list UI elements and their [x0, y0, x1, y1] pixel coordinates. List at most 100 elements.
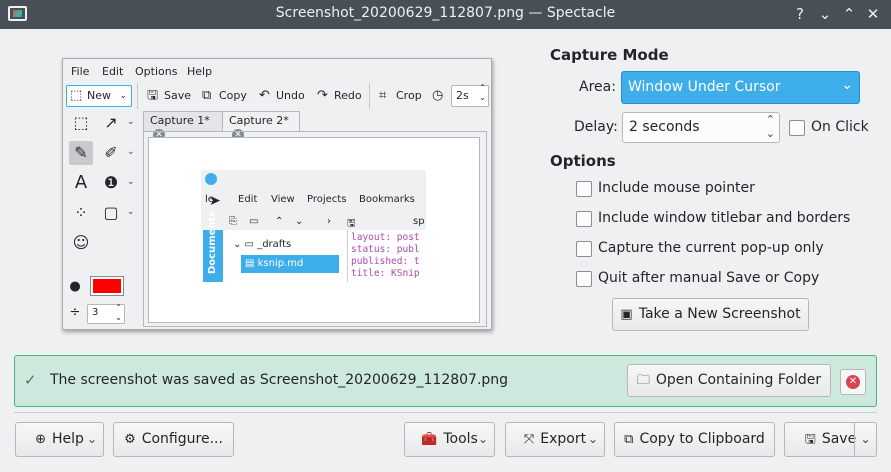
chevron-down-icon: ⌄: [127, 207, 135, 217]
preview-crop-button: ⌗ Crop: [379, 88, 422, 103]
nested-menu-edit: Edit: [238, 194, 258, 205]
configure-icon: ⚙: [124, 432, 136, 447]
preview-menu-help: Help: [187, 65, 213, 78]
area-combobox[interactable]: Window Under Cursor ⌄: [621, 71, 860, 104]
rect-tool-icon: ▢: [103, 203, 119, 222]
chevron-down-icon[interactable]: ⌄: [582, 423, 604, 456]
chevron-down-icon: ⌄: [127, 147, 135, 157]
chevron-down-icon: ⌄: [841, 77, 853, 93]
saved-message-text: The screenshot was saved as Screenshot_2…: [50, 372, 509, 388]
on-click-checkbox[interactable]: [789, 120, 805, 136]
save-icon: 🖫: [804, 432, 816, 447]
app-logo-icon: [205, 173, 217, 185]
fill-drop-icon: ●: [69, 279, 81, 294]
nested-menu-bookmarks: Bookmarks: [359, 194, 415, 205]
spin-arrows-icon[interactable]: ⌃ ⌄: [766, 113, 775, 141]
text-tool-icon: A: [74, 172, 88, 193]
export-button[interactable]: ⤧ Export ⌄: [505, 422, 605, 457]
preview-undo-button: ↶ Undo: [259, 88, 305, 103]
number-tool-icon: ❶: [103, 173, 119, 192]
chevron-down-icon: ⌄: [119, 91, 127, 101]
area-label: Area:: [579, 79, 616, 95]
help-button[interactable]: ⊕ Help ⌄: [15, 422, 104, 457]
down-icon: ⌄: [295, 216, 304, 227]
undo-icon: ↶: [259, 88, 270, 103]
new-capture-icon: ⬚: [70, 88, 83, 103]
screenshot-preview[interactable]: File Edit Options Help ⬚ New ⌄ 🖫 Save ⧉ …: [62, 58, 492, 330]
redo-icon: ↷: [317, 88, 328, 103]
dismiss-message-button[interactable]: ✕: [840, 369, 866, 395]
preview-menu-file: File: [71, 65, 90, 78]
tools-icon: 🧰: [421, 432, 438, 447]
nested-sidebar: Documents: [203, 211, 223, 282]
save-icon: 🖫: [147, 88, 159, 103]
capture-mode-heading: Capture Mode: [550, 46, 669, 64]
preview-copy-button: ⧉ Copy: [202, 88, 247, 103]
include-titlebar-checkbox[interactable]: [576, 211, 592, 227]
capture-popup-label[interactable]: Capture the current pop-up only: [598, 240, 824, 256]
preview-menu-edit: Edit: [102, 65, 124, 78]
preview-tab-capture-2: Capture 2*✕: [222, 111, 300, 141]
pen-width-icon: ÷: [69, 305, 81, 320]
delay-spinbox[interactable]: 2 seconds ⌃ ⌄: [622, 112, 780, 143]
copy-to-clipboard-button[interactable]: ⧉ Copy to Clipboard: [614, 422, 775, 457]
take-new-screenshot-button[interactable]: ▣ Take a New Screenshot: [612, 298, 809, 331]
pen-width-spinbox: 3 ⌃ ⌄: [87, 303, 125, 324]
bottom-divider: [14, 412, 877, 413]
arrow-tool-icon: ↗: [104, 113, 118, 132]
spin-arrows-icon: ⌃ ⌄: [115, 303, 122, 322]
preview-menu-options: Options: [135, 65, 178, 78]
clipboard-icon: ⧉: [624, 432, 634, 447]
blur-tool-icon: ⁘: [74, 203, 88, 222]
on-click-label[interactable]: On Click: [811, 119, 869, 135]
next-icon: ›: [327, 216, 331, 227]
nested-menu-projects: Projects: [307, 194, 347, 205]
crop-icon: ⌗: [379, 88, 387, 103]
sticker-tool-icon: ☺: [72, 233, 90, 252]
export-icon: ⤧: [523, 432, 535, 447]
save-button[interactable]: 🖫 Save ⌄: [784, 422, 877, 457]
captured-window-thumbnail: le Edit View Projects Bookmarks ⎘ ▭ ⌃ ⌄ …: [201, 170, 426, 282]
delay-label: Delay:: [574, 119, 618, 135]
marker-tool-icon: ✐: [104, 143, 118, 162]
chevron-down-icon[interactable]: ⌄: [81, 423, 103, 456]
checkmark-icon: ✓: [24, 371, 37, 389]
saved-file-link[interactable]: Screenshot_20200629_112807.png: [260, 372, 508, 388]
save-options-chevron-icon[interactable]: ⌄: [854, 423, 876, 456]
preview-redo-button: ↷ Redo: [317, 88, 362, 103]
toolbar-separator: [369, 83, 370, 109]
preview-new-button: ⬚ New ⌄: [66, 85, 132, 107]
close-icon: ✕: [846, 375, 860, 389]
tree-item-selected: ▤ ksnip.md: [241, 255, 339, 273]
mouse-cursor-icon: [0, 0, 891, 29]
pen-tool-icon: ✎: [69, 141, 93, 165]
quit-after-save-checkbox[interactable]: [576, 271, 592, 287]
up-icon: ⌃: [275, 216, 284, 227]
captured-cursor-icon: ➤: [209, 193, 221, 209]
options-heading: Options: [550, 152, 616, 170]
open-containing-folder-button[interactable]: 🗀 Open Containing Folder: [627, 364, 831, 397]
nested-toolbar: ⎘ ▭ ⌃ ⌄ › 🖫 sp: [201, 214, 426, 230]
include-titlebar-label[interactable]: Include window titlebar and borders: [598, 210, 850, 226]
include-mouse-pointer-checkbox[interactable]: [576, 181, 592, 197]
tree-item: ⌄ ▭ _drafts: [233, 239, 292, 250]
chevron-down-icon: ⌄: [127, 117, 135, 127]
preview-save-button: 🖫 Save: [147, 88, 192, 103]
chevron-down-icon: ⌄: [127, 177, 135, 187]
tools-button[interactable]: 🧰 Tools ⌄: [404, 422, 495, 457]
quit-after-save-label[interactable]: Quit after manual Save or Copy: [598, 270, 819, 286]
folder-open-icon: 🗀: [636, 373, 650, 388]
chevron-down-icon[interactable]: ⌄: [472, 423, 494, 456]
toolbar-separator: [137, 83, 138, 109]
preview-clock-icon: ◷: [432, 88, 444, 103]
new-file-icon: ⎘: [229, 216, 237, 227]
spin-arrows-icon: ⌃ ⌄: [479, 83, 486, 102]
help-lifebuoy-icon: ⊕: [35, 432, 46, 447]
preview-delay-spinbox: 2s ⌃ ⌄: [451, 83, 489, 107]
capture-popup-checkbox[interactable]: [576, 241, 592, 257]
copy-icon: ⧉: [202, 88, 212, 103]
configure-button[interactable]: ⚙ Configure...: [113, 422, 234, 457]
include-mouse-pointer-label[interactable]: Include mouse pointer: [598, 180, 755, 196]
pen-color-swatch: [90, 276, 124, 296]
nested-code-view: layout: post status: publ published: t t…: [351, 232, 420, 279]
